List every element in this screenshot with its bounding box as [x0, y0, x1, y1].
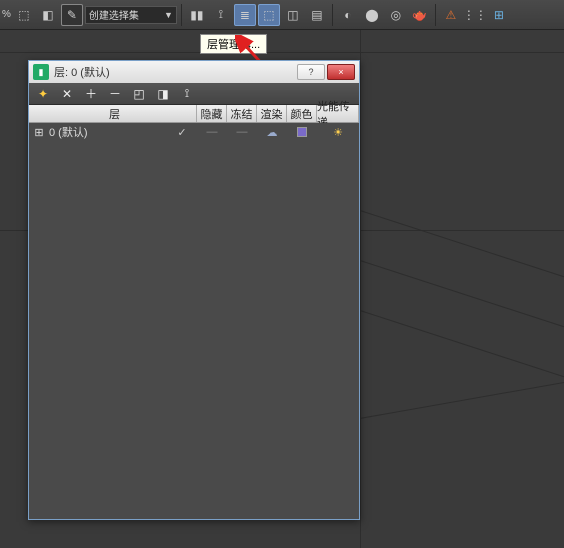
col-freeze[interactable]: 冻结: [227, 105, 257, 122]
tooltip-text: 层管理器...: [207, 39, 260, 51]
expand-icon[interactable]: ⊞: [33, 126, 45, 138]
col-hide[interactable]: 隐藏: [197, 105, 227, 122]
hide-cell[interactable]: —: [207, 126, 218, 138]
selection-set-value: 创建选择集: [89, 7, 139, 22]
col-name[interactable]: 层: [29, 105, 197, 122]
selection-set-combo[interactable]: 创建选择集 ▼: [85, 6, 177, 24]
column-headers: 层 隐藏 冻结 渲染 颜色 光能传递: [29, 105, 359, 123]
dialog-titlebar[interactable]: ▮ 层: 0 (默认) ? ×: [29, 61, 359, 83]
tooltip: 层管理器...: [200, 34, 267, 54]
named-sel2-icon[interactable]: ◧: [37, 4, 59, 26]
layer-name: 0 (默认): [49, 124, 88, 140]
named-sel-icon[interactable]: ⬚: [13, 4, 35, 26]
curve-editor-icon[interactable]: ◫: [282, 4, 304, 26]
radiosity-bulb-icon[interactable]: ☀: [333, 126, 343, 139]
help-button[interactable]: ?: [297, 64, 325, 80]
color-swatch[interactable]: [297, 127, 307, 137]
layer-toolbar-button[interactable]: ⬚: [258, 4, 280, 26]
col-radiosity[interactable]: 光能传递: [317, 105, 359, 122]
warning-icon[interactable]: ⚠: [440, 4, 462, 26]
render-cell-icon[interactable]: ☁: [267, 126, 278, 139]
app-icon: ▮: [33, 64, 49, 80]
layer-row[interactable]: ⊞ 0 (默认) ✓ — — ☁ ☀: [29, 123, 359, 141]
align-icon[interactable]: ⟟: [210, 4, 232, 26]
snap-grid-icon[interactable]: ⊞: [488, 4, 510, 26]
snap-dots-icon[interactable]: ⋮⋮: [464, 4, 486, 26]
layer-manager-button[interactable]: ≣: [234, 4, 256, 26]
material-slot-icon[interactable]: ◎: [385, 4, 407, 26]
chevron-down-icon: ▼: [164, 10, 173, 20]
schematic-view-icon[interactable]: ▤: [306, 4, 328, 26]
material-sphere-icon[interactable]: ⬤: [361, 4, 383, 26]
select-layer-button[interactable]: ◰: [129, 85, 149, 103]
material-editor-icon[interactable]: ◐: [337, 4, 359, 26]
current-check-icon[interactable]: ✓: [177, 126, 186, 139]
main-toolbar: % ⬚ ◧ ✎ 创建选择集 ▼ ▮▮ ⟟ ≣ ⬚ ◫ ▤ ◐ ⬤ ◎ 🫖 ⚠ ⋮…: [0, 0, 564, 30]
dialog-title: 层: 0 (默认): [54, 64, 110, 80]
percent-label: %: [2, 9, 11, 20]
hide-layer-button[interactable]: ⟟: [177, 85, 197, 103]
pencil-icon[interactable]: ✎: [61, 4, 83, 26]
highlight-layer-button[interactable]: ◨: [153, 85, 173, 103]
remove-from-layer-button[interactable]: －: [105, 85, 125, 103]
dialog-toolbar: ✦ ✕ ＋ － ◰ ◨ ⟟: [29, 83, 359, 105]
delete-layer-button[interactable]: ✕: [57, 85, 77, 103]
new-layer-button[interactable]: ✦: [33, 85, 53, 103]
freeze-cell[interactable]: —: [237, 126, 248, 138]
layer-manager-dialog: ▮ 层: 0 (默认) ? × ✦ ✕ ＋ － ◰ ◨ ⟟ 层 隐藏 冻结 渲染…: [28, 60, 360, 520]
col-render[interactable]: 渲染: [257, 105, 287, 122]
close-button[interactable]: ×: [327, 64, 355, 80]
layer-list[interactable]: ⊞ 0 (默认) ✓ — — ☁ ☀: [29, 123, 359, 519]
render-teapot-icon[interactable]: 🫖: [409, 4, 431, 26]
add-to-layer-button[interactable]: ＋: [81, 85, 101, 103]
mirror-icon[interactable]: ▮▮: [186, 4, 208, 26]
col-color[interactable]: 颜色: [287, 105, 317, 122]
